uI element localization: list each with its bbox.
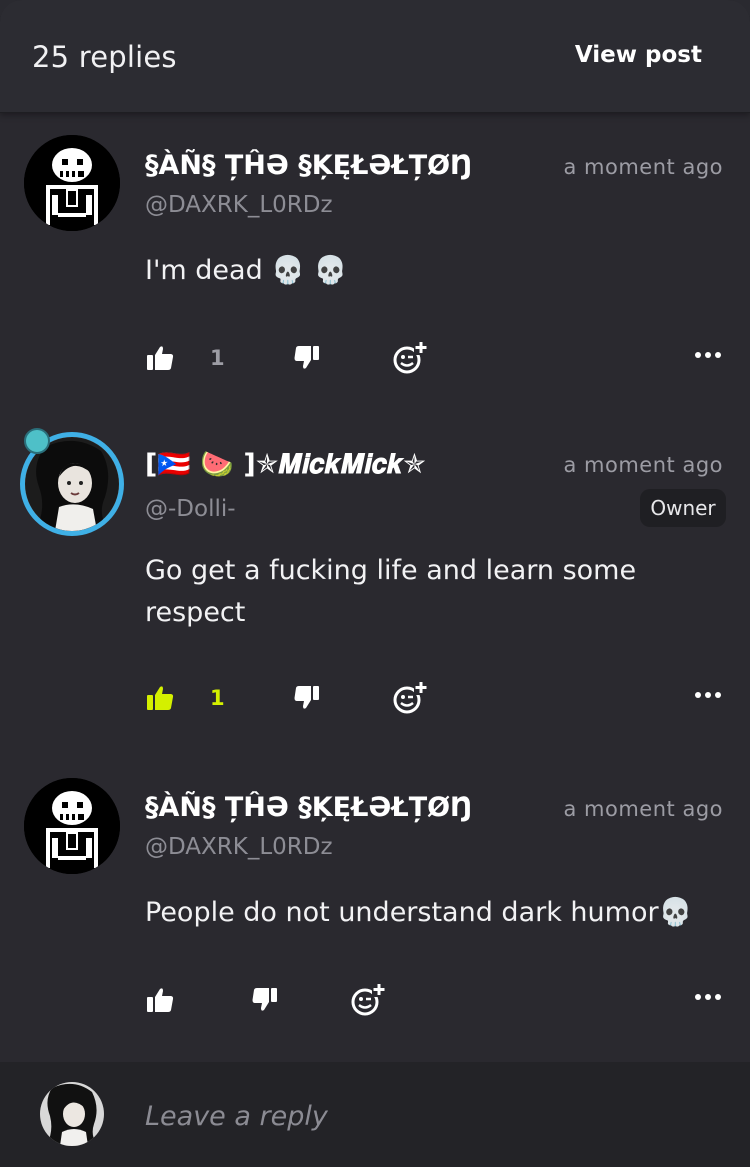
skeleton-avatar-icon bbox=[24, 778, 120, 874]
like-button[interactable] bbox=[146, 980, 174, 1020]
thumbs-down-icon bbox=[294, 686, 319, 709]
more-dots-icon bbox=[695, 352, 721, 358]
more-dots-icon bbox=[695, 692, 721, 698]
timestamp: a moment ago bbox=[563, 155, 723, 179]
reply-bar bbox=[0, 1062, 750, 1167]
thumbs-up-icon bbox=[147, 686, 174, 710]
add-reaction-button[interactable] bbox=[392, 678, 428, 718]
view-post-button[interactable]: View post bbox=[575, 42, 702, 68]
user-handle: @DAXRK_L0RDz bbox=[145, 834, 333, 860]
comment-text: People do not understand dark humor💀 bbox=[145, 897, 693, 928]
dislike-button[interactable] bbox=[294, 678, 320, 718]
reply-count: 25 replies bbox=[32, 40, 177, 74]
current-user-avatar bbox=[40, 1082, 104, 1146]
more-options-button[interactable] bbox=[694, 684, 722, 703]
dislike-button[interactable] bbox=[294, 338, 320, 378]
timestamp: a moment ago bbox=[563, 453, 723, 477]
display-name[interactable]: [🇵🇷 🍉 ]✯𝑴𝒊𝒄𝒌𝑴𝒊𝒄𝒌✯ bbox=[145, 448, 426, 481]
portrait-avatar-icon bbox=[40, 1082, 104, 1146]
like-count: 1 bbox=[210, 686, 225, 710]
display-name[interactable]: §ÀÑ§ ȚĤƏ §ĶĘŁƏŁȚØŊ bbox=[145, 792, 473, 823]
reply-input[interactable] bbox=[145, 1094, 705, 1138]
avatar[interactable] bbox=[24, 778, 120, 874]
like-button[interactable] bbox=[146, 338, 174, 378]
dislike-button[interactable] bbox=[252, 980, 278, 1020]
add-reaction-icon bbox=[393, 681, 428, 714]
thumbs-down-icon bbox=[294, 346, 319, 369]
skeleton-avatar-icon bbox=[24, 135, 120, 231]
comment-text: Go get a fucking life and learn some res… bbox=[145, 555, 637, 628]
timestamp: a moment ago bbox=[563, 797, 723, 821]
thumbs-down-icon bbox=[252, 988, 277, 1011]
owner-badge: Owner bbox=[640, 489, 726, 527]
thumbs-up-icon bbox=[147, 988, 174, 1012]
comment-actions: 1 bbox=[0, 678, 750, 718]
add-reaction-button[interactable] bbox=[350, 980, 386, 1020]
add-reaction-icon bbox=[351, 983, 386, 1016]
add-reaction-icon bbox=[393, 341, 428, 374]
like-count: 1 bbox=[210, 346, 225, 370]
more-options-button[interactable] bbox=[694, 344, 722, 363]
comment-actions bbox=[0, 980, 750, 1020]
comment-actions: 1 bbox=[0, 338, 750, 378]
more-options-button[interactable] bbox=[694, 986, 722, 1005]
display-name[interactable]: §ÀÑ§ ȚĤƏ §ĶĘŁƏŁȚØŊ bbox=[145, 150, 473, 181]
user-handle: @-Dolli- bbox=[145, 496, 236, 522]
avatar[interactable] bbox=[24, 135, 120, 231]
user-handle: @DAXRK_L0RDz bbox=[145, 192, 333, 218]
more-dots-icon bbox=[695, 994, 721, 1000]
replies-sheet: 25 replies View post §ÀÑ§ ȚĤƏ §ĶĘŁƏŁȚØŊ … bbox=[0, 0, 750, 1167]
replies-header: 25 replies View post bbox=[0, 0, 750, 113]
like-button[interactable] bbox=[146, 678, 174, 718]
comment-text: I'm dead 💀 💀 bbox=[145, 255, 348, 286]
thumbs-up-icon bbox=[147, 346, 174, 370]
add-reaction-button[interactable] bbox=[392, 338, 428, 378]
avatar-decoration-icon bbox=[24, 428, 50, 454]
